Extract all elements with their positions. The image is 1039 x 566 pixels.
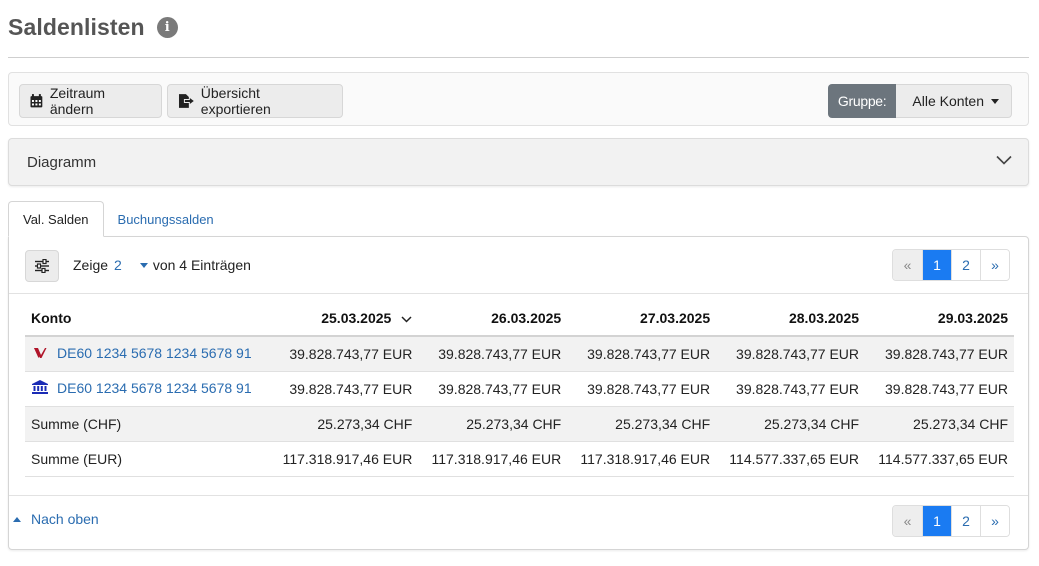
chevron-down-icon [996, 155, 1012, 165]
column-header-date[interactable]: 28.03.2025 [716, 301, 866, 337]
column-header-date[interactable]: 26.03.2025 [418, 301, 568, 337]
table-cell: 25.273,34 CHF [269, 406, 419, 442]
table-cell: 114.577.337,65 EUR [716, 441, 866, 477]
table-cell: 25.273,34 CHF [418, 406, 568, 442]
diagram-accordion-title: Diagramm [27, 154, 97, 171]
table-cell: 117.318.917,46 EUR [269, 441, 419, 477]
column-header-date[interactable]: 29.03.2025 [865, 301, 1014, 337]
divider [9, 293, 1028, 294]
sum-label: Summe (EUR) [25, 441, 270, 477]
group-filter: Gruppe: Alle Konten [827, 84, 1012, 118]
column-header-konto[interactable]: Konto [25, 301, 270, 337]
tab-bar: Val. Salden Buchungssalden [8, 201, 228, 237]
show-suffix: von 4 Einträgen [152, 257, 251, 273]
sliders-icon [35, 259, 49, 273]
table-cell: 39.828.743,77 EUR [418, 336, 568, 372]
pagination-prev[interactable]: « [893, 506, 922, 536]
entries-selector: Zeige 2 von 4 Einträgen [73, 257, 251, 273]
table-cell: 39.828.743,77 EUR [269, 371, 419, 407]
table-cell: 39.828.743,77 EUR [567, 336, 717, 372]
page: Saldenlisten i Zeitraum ändern Übersicht… [0, 0, 1039, 566]
pagination-bottom: « 1 2 » [892, 505, 1010, 537]
divider [9, 495, 1028, 496]
account-cell: DE60 1234 5678 1234 5678 91 [25, 336, 270, 372]
toolbar: Zeitraum ändern Übersicht exportieren Gr… [8, 72, 1029, 126]
table-row: Summe (EUR) 117.318.917,46 EUR 117.318.9… [25, 441, 1014, 477]
table-cell: 39.828.743,77 EUR [269, 336, 419, 372]
export-overview-label: Übersicht exportieren [200, 85, 271, 117]
pagination-prev[interactable]: « [893, 250, 922, 280]
table-cell: 25.273,34 CHF [716, 406, 866, 442]
calendar-icon [30, 94, 43, 108]
caret-up-icon [13, 516, 21, 522]
page-size-select[interactable]: 2 [114, 257, 122, 273]
page-title: Saldenlisten [8, 14, 145, 40]
caret-down-icon[interactable] [139, 262, 148, 268]
pagination-page-2[interactable]: 2 [951, 506, 980, 536]
table-cell: 39.828.743,77 EUR [865, 371, 1014, 407]
bank-building-icon [31, 380, 49, 397]
table-cell: 25.273,34 CHF [567, 406, 717, 442]
sum-label: Summe (CHF) [25, 406, 270, 442]
account-link[interactable]: DE60 1234 5678 1234 5678 91 [57, 345, 252, 361]
pagination-page-1[interactable]: 1 [922, 250, 951, 280]
table-cell: 39.828.743,77 EUR [716, 336, 866, 372]
pagination-next[interactable]: » [980, 506, 1009, 536]
column-header-date[interactable]: 27.03.2025 [567, 301, 717, 337]
account-link[interactable]: DE60 1234 5678 1234 5678 91 [57, 380, 252, 396]
title-row: Saldenlisten i [8, 14, 178, 41]
bank-logo-icon [31, 346, 49, 362]
table-cell: 117.318.917,46 EUR [567, 441, 717, 477]
balance-panel: Zeige 2 von 4 Einträgen « 1 2 » Konto 25… [8, 236, 1029, 550]
table-cell: 39.828.743,77 EUR [865, 336, 1014, 372]
table-cell: 114.577.337,65 EUR [865, 441, 1014, 477]
table-cell: 25.273,34 CHF [865, 406, 1014, 442]
table-cell: 117.318.917,46 EUR [418, 441, 568, 477]
pagination-page-1[interactable]: 1 [922, 506, 951, 536]
group-label: Gruppe: [827, 84, 897, 118]
change-period-button[interactable]: Zeitraum ändern [19, 84, 162, 118]
table-row: DE60 1234 5678 1234 5678 91 39.828.743,7… [25, 371, 1014, 407]
info-icon[interactable]: i [156, 17, 178, 38]
back-to-top-link[interactable]: Nach oben [13, 511, 99, 527]
pagination-page-2[interactable]: 2 [951, 250, 980, 280]
tab-buchungssalden[interactable]: Buchungssalden [104, 201, 228, 237]
title-divider [8, 57, 1029, 58]
table-row: Summe (CHF) 25.273,34 CHF 25.273,34 CHF … [25, 406, 1014, 442]
export-overview-button[interactable]: Übersicht exportieren [167, 84, 343, 118]
back-to-top-label: Nach oben [31, 511, 99, 527]
group-select-value: Alle Konten [912, 93, 984, 109]
table-cell: 39.828.743,77 EUR [418, 371, 568, 407]
column-header-date[interactable]: 25.03.2025 [269, 301, 419, 337]
pagination-top: « 1 2 » [892, 249, 1010, 281]
table-header-row: Konto 25.03.2025 26.03.2025 27.03.2025 2… [25, 301, 1014, 337]
table-cell: 39.828.743,77 EUR [716, 371, 866, 407]
sort-desc-icon [401, 316, 412, 323]
balance-table: Konto 25.03.2025 26.03.2025 27.03.2025 2… [25, 301, 1014, 477]
diagram-accordion[interactable]: Diagramm [8, 138, 1029, 186]
column-settings-button[interactable] [25, 250, 59, 282]
pagination-next[interactable]: » [980, 250, 1009, 280]
account-cell: DE60 1234 5678 1234 5678 91 [25, 371, 270, 407]
group-select[interactable]: Alle Konten [896, 84, 1012, 118]
table-cell: 39.828.743,77 EUR [567, 371, 717, 407]
caret-down-icon [991, 98, 999, 104]
file-export-icon [178, 94, 194, 108]
show-prefix: Zeige [73, 257, 109, 273]
tab-val-salden[interactable]: Val. Salden [8, 201, 104, 237]
change-period-label: Zeitraum ändern [49, 85, 106, 117]
table-row: DE60 1234 5678 1234 5678 91 39.828.743,7… [25, 336, 1014, 372]
